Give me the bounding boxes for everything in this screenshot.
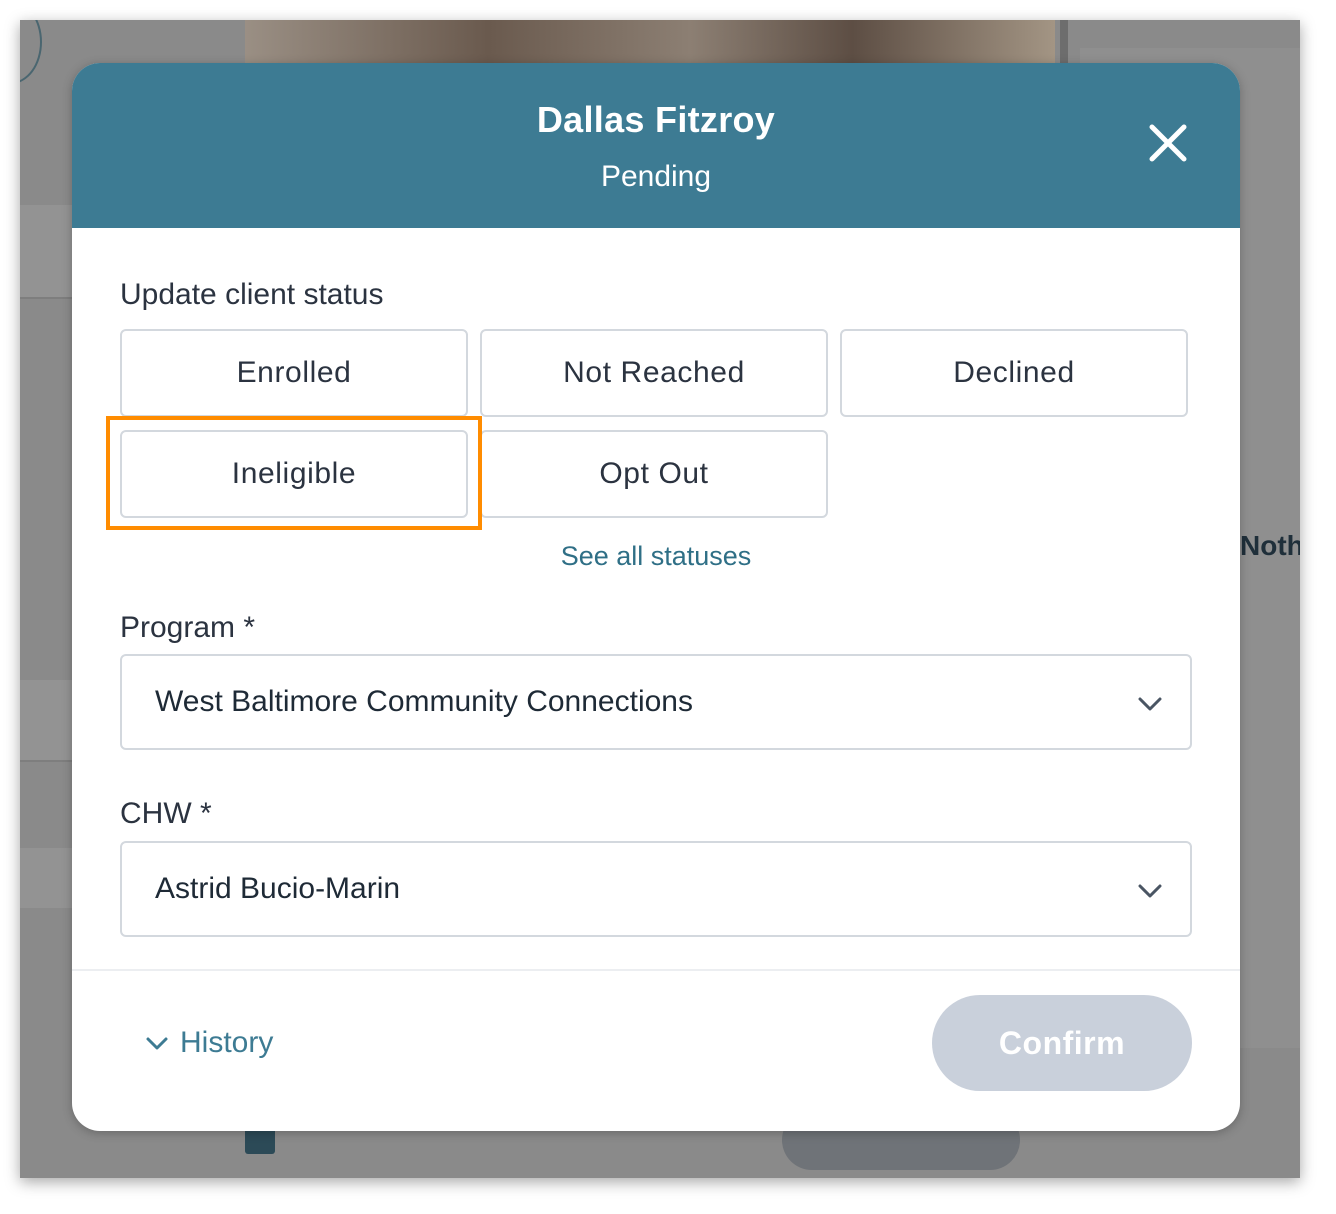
see-all-statuses-link[interactable]: See all statuses bbox=[72, 541, 1240, 572]
history-label: History bbox=[180, 1026, 274, 1059]
chw-select[interactable]: Astrid Bucio-Marin bbox=[120, 841, 1192, 937]
client-status-modal: Dallas Fitzroy Pending Update client sta… bbox=[72, 63, 1240, 1131]
chw-value: Astrid Bucio-Marin bbox=[155, 872, 401, 905]
update-status-label: Update client status bbox=[120, 278, 384, 311]
chevron-down-icon bbox=[144, 1030, 170, 1056]
highlight-outline bbox=[106, 416, 482, 530]
modal-header: Dallas Fitzroy Pending bbox=[72, 63, 1240, 228]
chevron-down-icon bbox=[1136, 877, 1164, 905]
program-value: West Baltimore Community Connections bbox=[155, 685, 693, 718]
close-button[interactable] bbox=[1144, 119, 1192, 167]
background-badge bbox=[245, 1128, 275, 1154]
client-name: Dallas Fitzroy bbox=[536, 99, 776, 140]
background-divider bbox=[1060, 20, 1068, 64]
history-toggle[interactable]: History bbox=[144, 1023, 273, 1063]
background-photo bbox=[245, 20, 1055, 64]
chw-label: CHW * bbox=[120, 797, 212, 830]
background-circle-icon bbox=[20, 20, 42, 84]
status-option-not-reached[interactable]: Not Reached bbox=[480, 329, 828, 417]
program-select[interactable]: West Baltimore Community Connections bbox=[120, 654, 1192, 750]
status-option-opt-out[interactable]: Opt Out bbox=[480, 430, 828, 518]
confirm-button[interactable]: Confirm bbox=[932, 995, 1192, 1091]
status-option-enrolled[interactable]: Enrolled bbox=[120, 329, 468, 417]
footer-divider bbox=[72, 969, 1240, 971]
status-option-declined[interactable]: Declined bbox=[840, 329, 1188, 417]
client-current-status: Pending bbox=[600, 160, 712, 193]
close-icon bbox=[1149, 124, 1187, 162]
chevron-down-icon bbox=[1136, 690, 1164, 718]
background-partial-text: Noth bbox=[1240, 530, 1300, 561]
program-label: Program * bbox=[120, 611, 256, 644]
